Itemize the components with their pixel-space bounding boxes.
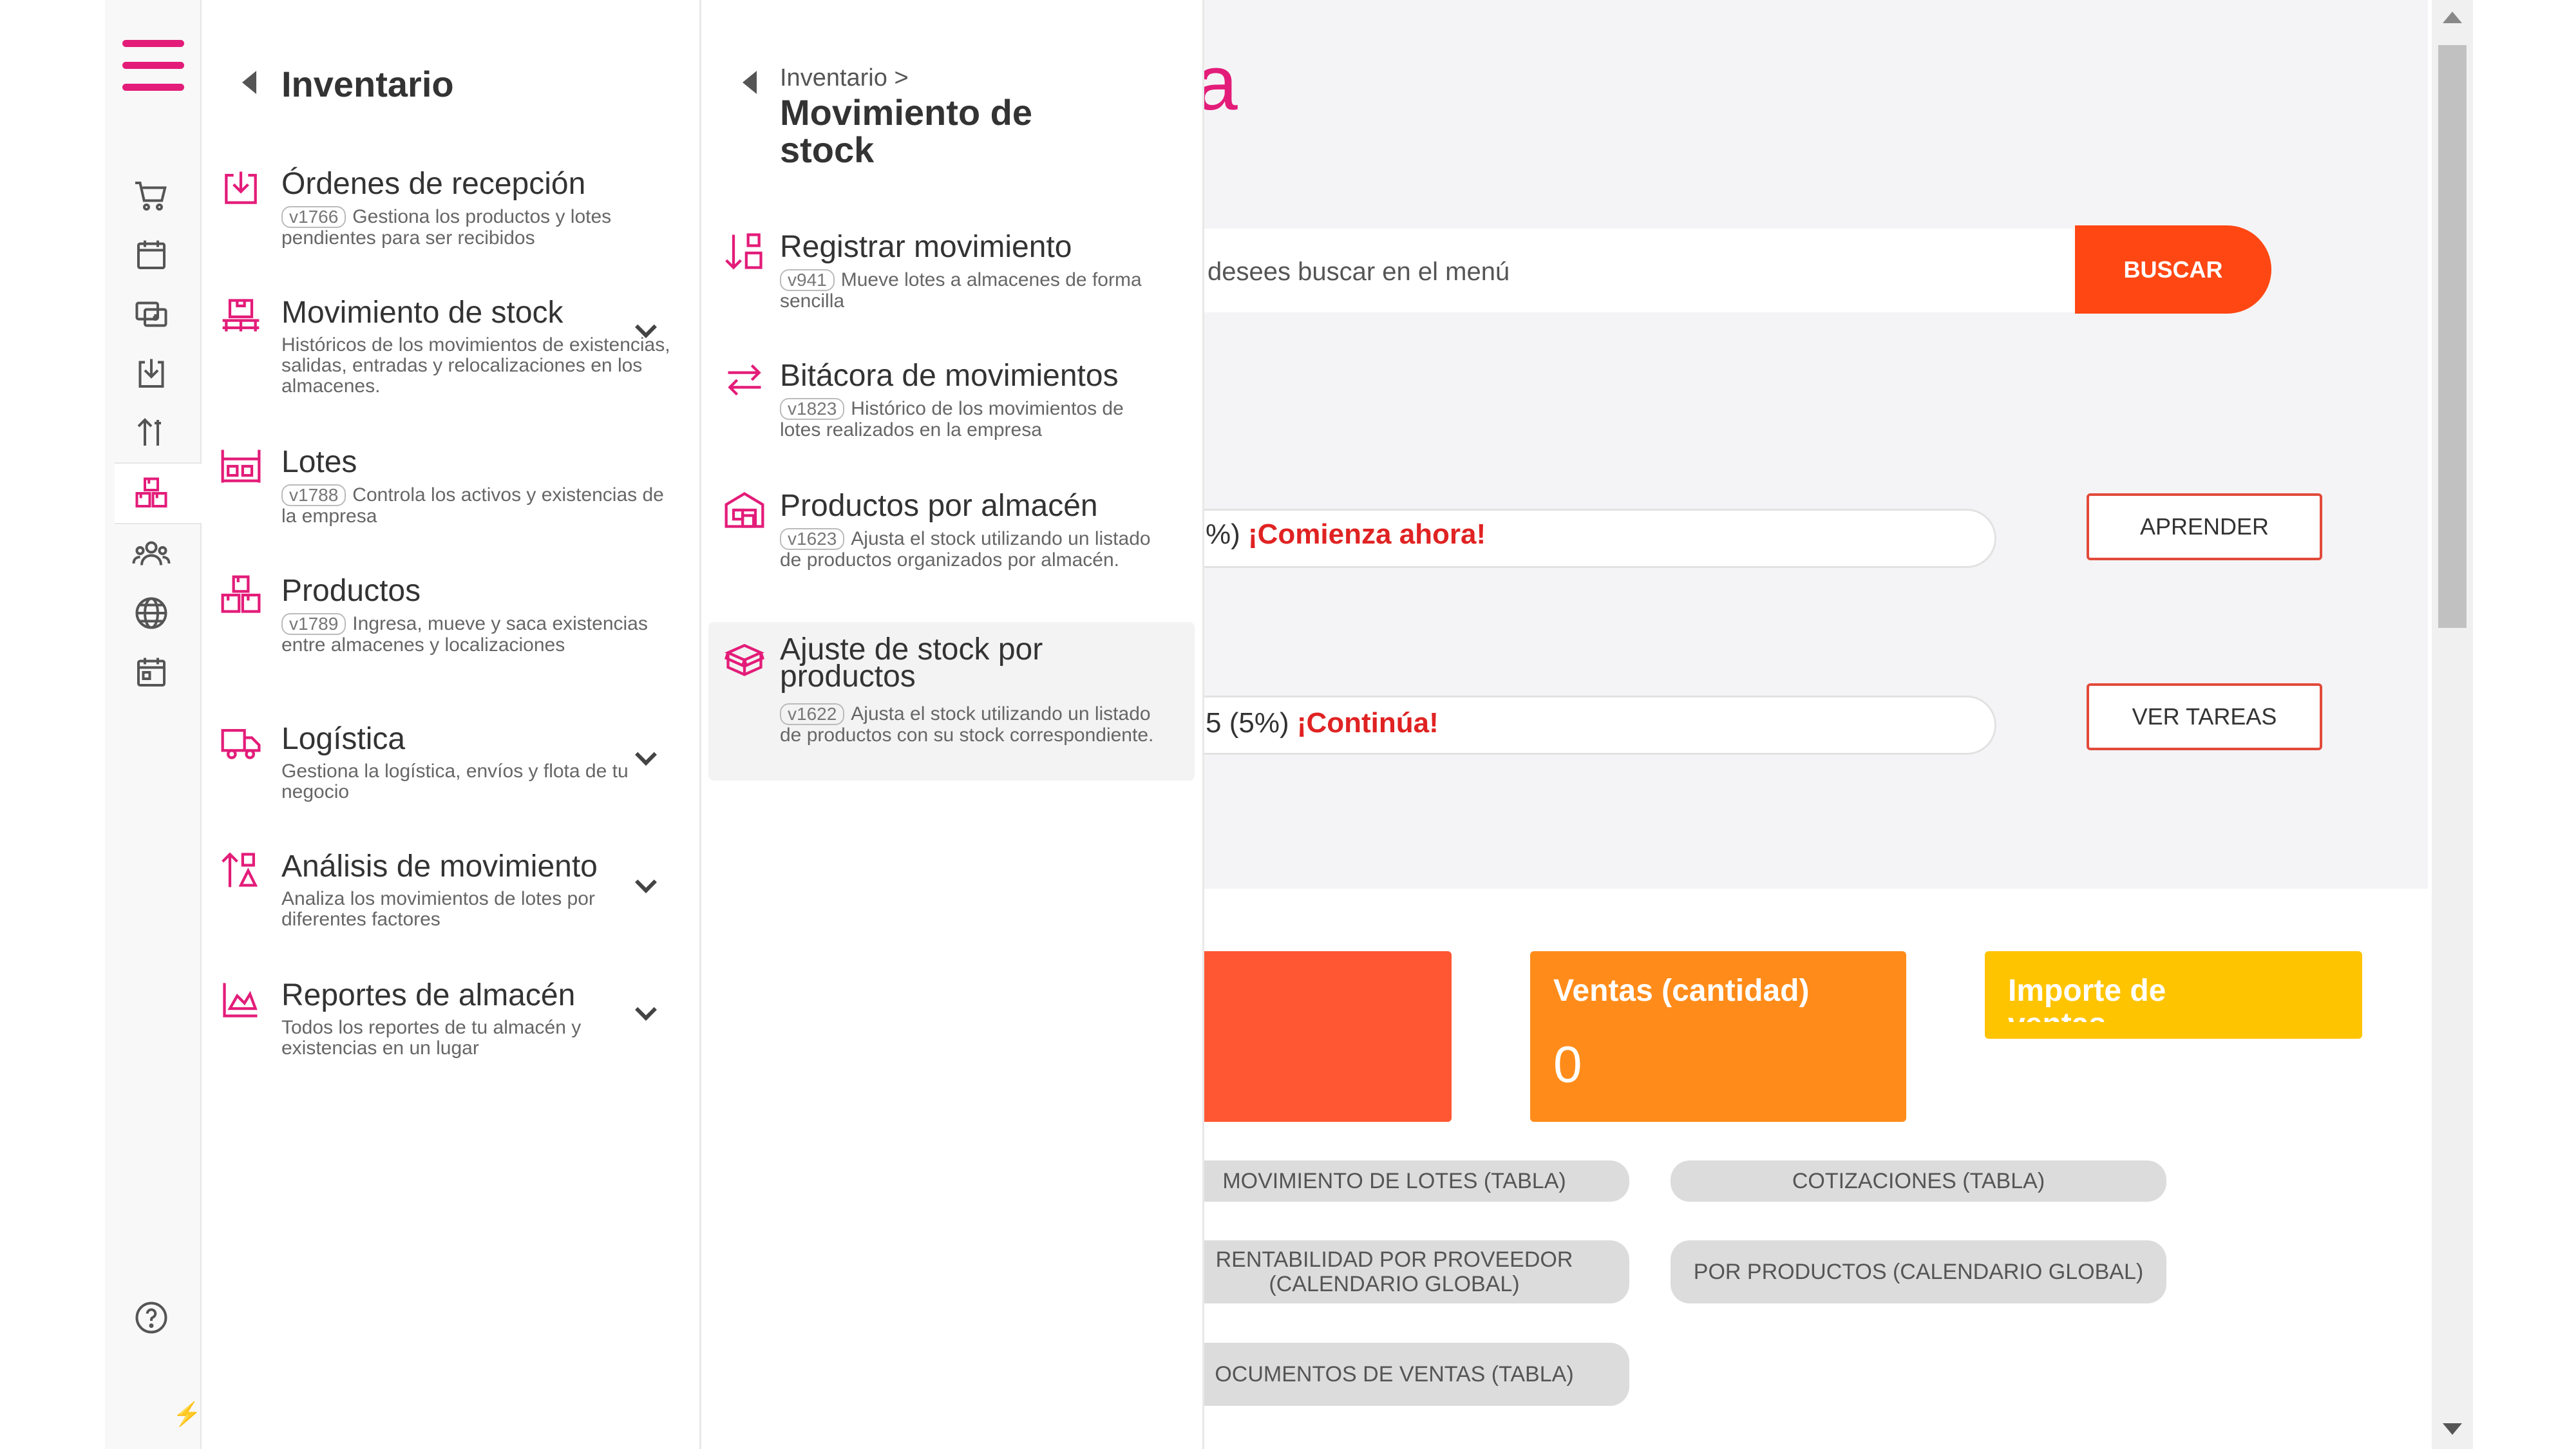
menu-item-desc: v1789 Ingresa, mueve y saca existencias e…: [281, 613, 648, 656]
version-badge: v1623: [780, 528, 845, 550]
search-button[interactable]: BUSCAR: [2075, 225, 2271, 314]
report-chip-quotes[interactable]: COTIZACIONES (TABLA): [1671, 1160, 2166, 1202]
report-chip-lot-movement[interactable]: MOVIMIENTO DE LOTES (TABLA): [1159, 1160, 1629, 1202]
submenu-item-bitacora-movimientos[interactable]: Bitácora de movimientos v1823 Histórico d…: [708, 358, 1195, 455]
progress-text-tasks: 5 (5%) ¡Continúa!: [1206, 707, 1439, 739]
submenu-item-desc: v941 Mueve lotes a almacenes de forma sen…: [780, 269, 1142, 312]
menu-item-desc: v1788 Controla los activos y existencias …: [281, 484, 664, 527]
submenu-item-title: Registrar movimiento: [780, 230, 1072, 264]
report-chip-supplier-profit[interactable]: RENTABILIDAD POR PROVEEDOR (CALENDARIO G…: [1159, 1240, 1629, 1303]
kpi-card-title: Ventas (cantidad): [1553, 974, 1810, 1008]
menu-item-productos[interactable]: Productos v1789 Ingresa, mueve y saca exi…: [213, 573, 689, 683]
back-arrow-icon[interactable]: [743, 71, 757, 94]
submenu-item-title: Productos por almacén: [780, 489, 1098, 523]
exchange-icon: [723, 358, 766, 402]
icon-rail: [105, 0, 202, 1449]
menu-item-title: Análisis de movimiento: [281, 849, 598, 884]
area-chart-icon: [219, 978, 263, 1021]
version-badge: v941: [780, 269, 835, 291]
kpi-card-title: s: [1182, 974, 1440, 1022]
menu-item-lotes[interactable]: Lotes v1788 Controla los activos y existe…: [213, 444, 689, 535]
learn-button[interactable]: APRENDER: [2087, 493, 2322, 560]
menu-item-ordenes-recepcion[interactable]: Órdenes de recepción v1766 Gestiona los p…: [213, 166, 689, 256]
menu-item-desc: Históricos de los movimientos de existen…: [281, 334, 670, 397]
panel-title: Movimiento de stock: [780, 92, 1033, 170]
panel-title: Inventario: [281, 64, 454, 104]
submenu-item-title: Bitácora de movimientos: [780, 359, 1119, 393]
version-badge: v1788: [281, 484, 346, 506]
download-icon[interactable]: [132, 354, 171, 393]
menu-item-title: Movimiento de stock: [281, 296, 564, 330]
breadcrumb[interactable]: Inventario >: [780, 64, 909, 92]
scroll-up-arrow[interactable]: [2443, 12, 2462, 23]
submenu-item-desc: v1622 Ajusta el stock utilizando un lista…: [780, 703, 1154, 746]
menu-item-desc: v1766 Gestiona los productos y lotes pend…: [281, 206, 612, 249]
app-root: a desees buscar en el menú BUSCAR %) ¡Co…: [0, 0, 2576, 1449]
menu-search-text: desees buscar en el menú: [1208, 258, 1510, 286]
menu-item-desc: Analiza los movimientos de lotes por dif…: [281, 888, 595, 930]
truck-icon: [219, 721, 263, 765]
scroll-down-arrow[interactable]: [2443, 1423, 2462, 1435]
menu-item-movimiento-stock[interactable]: Movimiento de stock Históricos de los mo…: [213, 295, 689, 411]
menu-item-title: Lotes: [281, 445, 357, 479]
report-chip-sales-documents[interactable]: OCUMENTOS DE VENTAS (TABLA): [1159, 1343, 1629, 1406]
users-icon[interactable]: [132, 535, 171, 573]
scrollbar-thumb[interactable]: [2438, 45, 2467, 628]
submenu-item-registrar-movimiento[interactable]: Registrar movimiento v941 Mueve lotes a a…: [708, 229, 1195, 326]
kpi-card-title: Importe de ventas: [2008, 974, 2166, 1022]
version-badge: v1622: [780, 703, 845, 725]
progress-text-learn: %) ¡Comienza ahora!: [1206, 518, 1486, 550]
view-tasks-button[interactable]: VER TAREAS: [2087, 683, 2322, 750]
submenu-item-title: Ajuste de stock por productos: [780, 632, 1043, 694]
submenu-item-desc: v1623 Ajusta el stock utilizando un lista…: [780, 528, 1151, 571]
pallet-icon: [219, 295, 263, 339]
submenu-item-ajuste-stock-productos[interactable]: Ajuste de stock por productos v1622 Ajust…: [708, 622, 1195, 781]
kpi-card-value: 0: [1553, 1036, 1582, 1093]
menu-item-title: Reportes de almacén: [281, 978, 576, 1012]
calendar-day-icon[interactable]: [132, 653, 171, 692]
globe-icon[interactable]: [132, 594, 171, 632]
sort-shapes-icon: [219, 849, 263, 893]
report-chip-products-calendar[interactable]: POR PRODUCTOS (CALENDARIO GLOBAL): [1671, 1240, 2166, 1303]
menu-item-analisis-movimiento[interactable]: Análisis de movimiento Analiza los movim…: [213, 849, 689, 939]
warehouse-icon: [723, 488, 766, 532]
lightning-icon: ⚡: [173, 1401, 202, 1427]
money-icon[interactable]: [132, 295, 171, 334]
kpi-card-sales-amount[interactable]: Importe de ventas: [1985, 951, 2362, 1039]
submenu-item-productos-almacen[interactable]: Productos por almacén v1623 Ajusta el sto…: [708, 488, 1195, 604]
back-arrow-icon[interactable]: [242, 71, 256, 94]
question-circle-icon[interactable]: [132, 1298, 171, 1337]
calendar-icon[interactable]: [132, 236, 171, 274]
menu-item-title: Productos: [281, 574, 421, 608]
download-box-icon: [219, 166, 263, 210]
hamburger-menu-icon[interactable]: [122, 40, 184, 91]
menu-item-logistica[interactable]: Logística Gestiona la logística, envíos …: [213, 721, 689, 811]
submenu-item-desc: v1823 Histórico de los movimientos de lot…: [780, 398, 1124, 440]
menu-item-title: Órdenes de recepción: [281, 167, 586, 201]
cart-icon[interactable]: [132, 176, 171, 215]
kpi-card-sales-quantity[interactable]: Ventas (cantidad) 0: [1530, 951, 1906, 1122]
boxes-icon: [219, 573, 263, 617]
boxes-icon[interactable]: [132, 474, 171, 513]
sort-amount-icon: [723, 229, 766, 273]
version-badge: v1823: [780, 398, 845, 420]
version-badge: v1789: [281, 613, 346, 635]
version-badge: v1766: [281, 206, 346, 228]
shelf-icon: [219, 444, 263, 488]
sort-icon[interactable]: [132, 413, 171, 452]
menu-item-title: Logística: [281, 722, 406, 756]
menu-item-reportes-almacen[interactable]: Reportes de almacén Todos los reportes d…: [213, 978, 689, 1068]
menu-item-desc: Gestiona la logística, envíos y flota de…: [281, 761, 629, 802]
open-box-icon: [723, 636, 766, 680]
menu-item-desc: Todos los reportes de tu almacén y exist…: [281, 1017, 582, 1059]
dashboard-header-area: [1204, 0, 2428, 889]
